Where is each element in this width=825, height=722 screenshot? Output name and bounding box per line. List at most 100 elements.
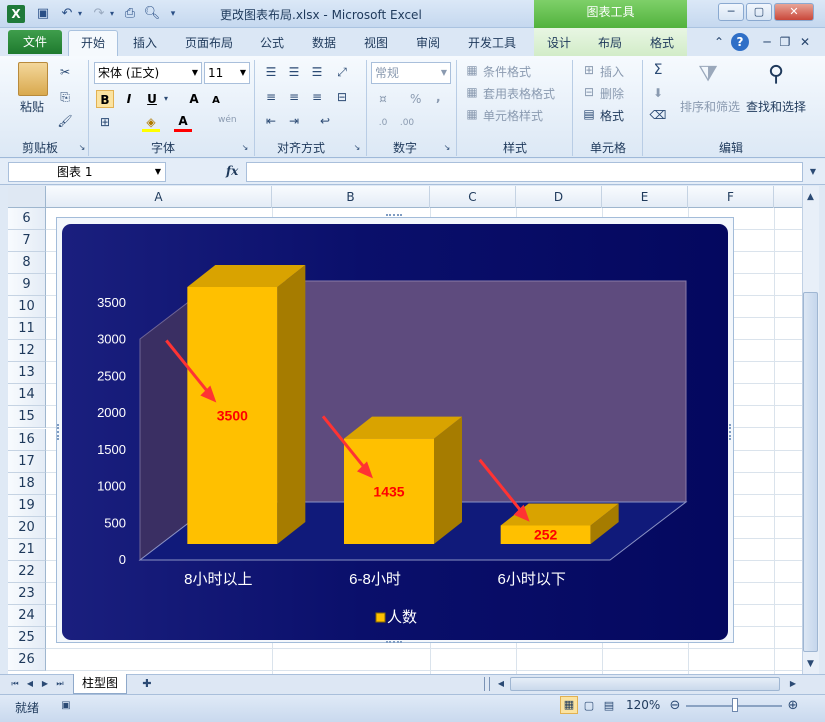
alignment-launcher-icon[interactable]: ↘: [352, 139, 362, 157]
chart-resize-handle-bottom[interactable]: [386, 641, 402, 645]
format-as-table-button[interactable]: 套用表格格式: [483, 85, 555, 102]
increase-decimal-icon[interactable]: .0: [374, 114, 392, 132]
first-sheet-icon[interactable]: ⏮: [8, 675, 22, 693]
row-header[interactable]: 18: [8, 472, 46, 495]
row-header[interactable]: 8: [8, 252, 46, 275]
row-header[interactable]: 9: [8, 274, 46, 297]
format-cells-icon[interactable]: ▤: [580, 105, 598, 123]
format-as-table-icon[interactable]: ▦: [463, 83, 481, 101]
delete-cells-icon[interactable]: ⊟: [580, 83, 598, 101]
align-middle-icon[interactable]: ☰: [285, 63, 303, 81]
excel-app-icon[interactable]: X: [7, 5, 25, 23]
column-header-b[interactable]: B: [272, 186, 430, 208]
macro-record-icon[interactable]: ▣: [58, 697, 74, 713]
paste-icon[interactable]: [18, 62, 48, 96]
font-name-combo[interactable]: 宋体 (正文) ▼: [94, 62, 202, 84]
tab-view[interactable]: 视图: [364, 34, 388, 56]
bold-button[interactable]: B: [96, 90, 114, 108]
tab-developer[interactable]: 开发工具: [468, 34, 516, 56]
help-icon[interactable]: ?: [731, 33, 749, 51]
undo-dropdown-icon[interactable]: ▾: [75, 5, 85, 23]
chart-resize-handle-right[interactable]: [729, 424, 733, 440]
workbook-minimize-icon[interactable]: ─: [758, 33, 776, 51]
tab-chart-layout[interactable]: 布局: [598, 34, 622, 56]
workbook-restore-icon[interactable]: ❐: [776, 33, 794, 51]
scroll-right-icon[interactable]: ▶: [786, 675, 800, 693]
sheet-tab-active[interactable]: 柱型图: [73, 674, 127, 694]
merge-center-icon[interactable]: ⊟: [333, 88, 351, 106]
phonetic-guide-button[interactable]: wén: [218, 115, 237, 125]
chart-resize-handle-left[interactable]: [57, 424, 61, 440]
insert-cells-icon[interactable]: ⊞: [580, 61, 598, 79]
grow-font-button[interactable]: A: [185, 90, 203, 108]
number-launcher-icon[interactable]: ↘: [442, 139, 452, 157]
zoom-out-icon[interactable]: ⊖: [666, 697, 684, 715]
conditional-format-icon[interactable]: ▦: [463, 61, 481, 79]
row-header[interactable]: 12: [8, 340, 46, 363]
row-header[interactable]: 17: [8, 450, 46, 473]
row-header[interactable]: 24: [8, 604, 46, 627]
row-header[interactable]: 16: [8, 428, 46, 451]
zoom-in-icon[interactable]: ⊕: [784, 697, 802, 715]
decrease-decimal-icon[interactable]: .00: [398, 114, 416, 132]
font-launcher-icon[interactable]: ↘: [240, 139, 250, 157]
align-top-icon[interactable]: ☰: [262, 63, 280, 81]
font-color-button[interactable]: A: [174, 112, 192, 130]
column-header-c[interactable]: C: [430, 186, 516, 208]
underline-button[interactable]: U: [143, 90, 161, 108]
last-sheet-icon[interactable]: ⏭: [53, 675, 67, 693]
paste-button[interactable]: 粘贴: [20, 98, 44, 115]
column-header-a[interactable]: A: [46, 186, 272, 208]
column-header-f[interactable]: F: [688, 186, 774, 208]
column-header-e[interactable]: E: [602, 186, 688, 208]
tab-split-handle[interactable]: [484, 677, 490, 691]
align-bottom-icon[interactable]: ☰: [308, 63, 326, 81]
tab-formulas[interactable]: 公式: [260, 34, 284, 56]
chart-resize-handle-top[interactable]: [386, 214, 402, 218]
zoom-slider-thumb[interactable]: [732, 698, 738, 712]
find-select-icon[interactable]: ⚲: [762, 62, 790, 92]
increase-indent-icon[interactable]: ⇥: [285, 112, 303, 130]
borders-icon[interactable]: ⊞: [96, 113, 114, 131]
chart-area[interactable]: 0 500 1000 1500 2000 2500 3000 3500 3500 8小时以上 143…: [62, 224, 728, 640]
format-painter-icon[interactable]: 🖌︎: [56, 112, 74, 130]
find-select-button[interactable]: 查找和选择: [746, 98, 806, 115]
align-left-icon[interactable]: ≡: [262, 88, 280, 106]
copy-icon[interactable]: ⎘: [56, 88, 74, 106]
insert-function-button[interactable]: fx: [226, 164, 238, 178]
wrap-text-icon[interactable]: ↩: [316, 112, 334, 130]
shrink-font-button[interactable]: A: [207, 92, 225, 110]
minimize-ribbon-icon[interactable]: ⌃: [710, 33, 728, 51]
tab-data[interactable]: 数据: [312, 34, 336, 56]
page-break-view-icon[interactable]: ▤: [600, 697, 618, 715]
sort-filter-icon[interactable]: ⧩: [694, 62, 722, 92]
italic-button[interactable]: I: [120, 90, 138, 108]
name-box[interactable]: 图表 1 ▼: [8, 162, 166, 182]
autosum-icon[interactable]: Σ: [649, 61, 667, 79]
normal-view-icon[interactable]: ▦: [560, 696, 578, 714]
redo-icon[interactable]: ↷: [90, 5, 108, 23]
row-header[interactable]: 7: [8, 230, 46, 253]
clipboard-launcher-icon[interactable]: ↘: [77, 139, 87, 157]
redo-dropdown-icon[interactable]: ▾: [107, 5, 117, 23]
scroll-left-icon[interactable]: ◀: [494, 675, 508, 693]
row-header[interactable]: 15: [8, 406, 46, 429]
tab-home[interactable]: 开始: [68, 30, 118, 57]
insert-sheet-icon[interactable]: ✚: [138, 675, 156, 693]
workbook-close-icon[interactable]: ✕: [796, 33, 814, 51]
row-header[interactable]: 11: [8, 318, 46, 341]
undo-icon[interactable]: ↶: [58, 5, 76, 23]
percent-button[interactable]: %: [410, 92, 421, 106]
horizontal-scroll-thumb[interactable]: [510, 677, 780, 691]
customize-qat-icon[interactable]: ▾: [167, 5, 179, 23]
align-right-icon[interactable]: ≡: [308, 88, 326, 106]
prev-sheet-icon[interactable]: ◀: [23, 675, 37, 693]
cell-styles-button[interactable]: 单元格样式: [483, 107, 543, 124]
select-all-corner[interactable]: [8, 186, 46, 208]
font-size-combo[interactable]: 11 ▼: [204, 62, 250, 84]
orientation-icon[interactable]: ⤢: [333, 63, 351, 81]
align-center-icon[interactable]: ≡: [285, 88, 303, 106]
print-icon[interactable]: ⎙: [121, 5, 139, 23]
comma-button[interactable]: ,: [436, 90, 441, 104]
expand-formula-bar-icon[interactable]: ▼: [804, 163, 822, 181]
